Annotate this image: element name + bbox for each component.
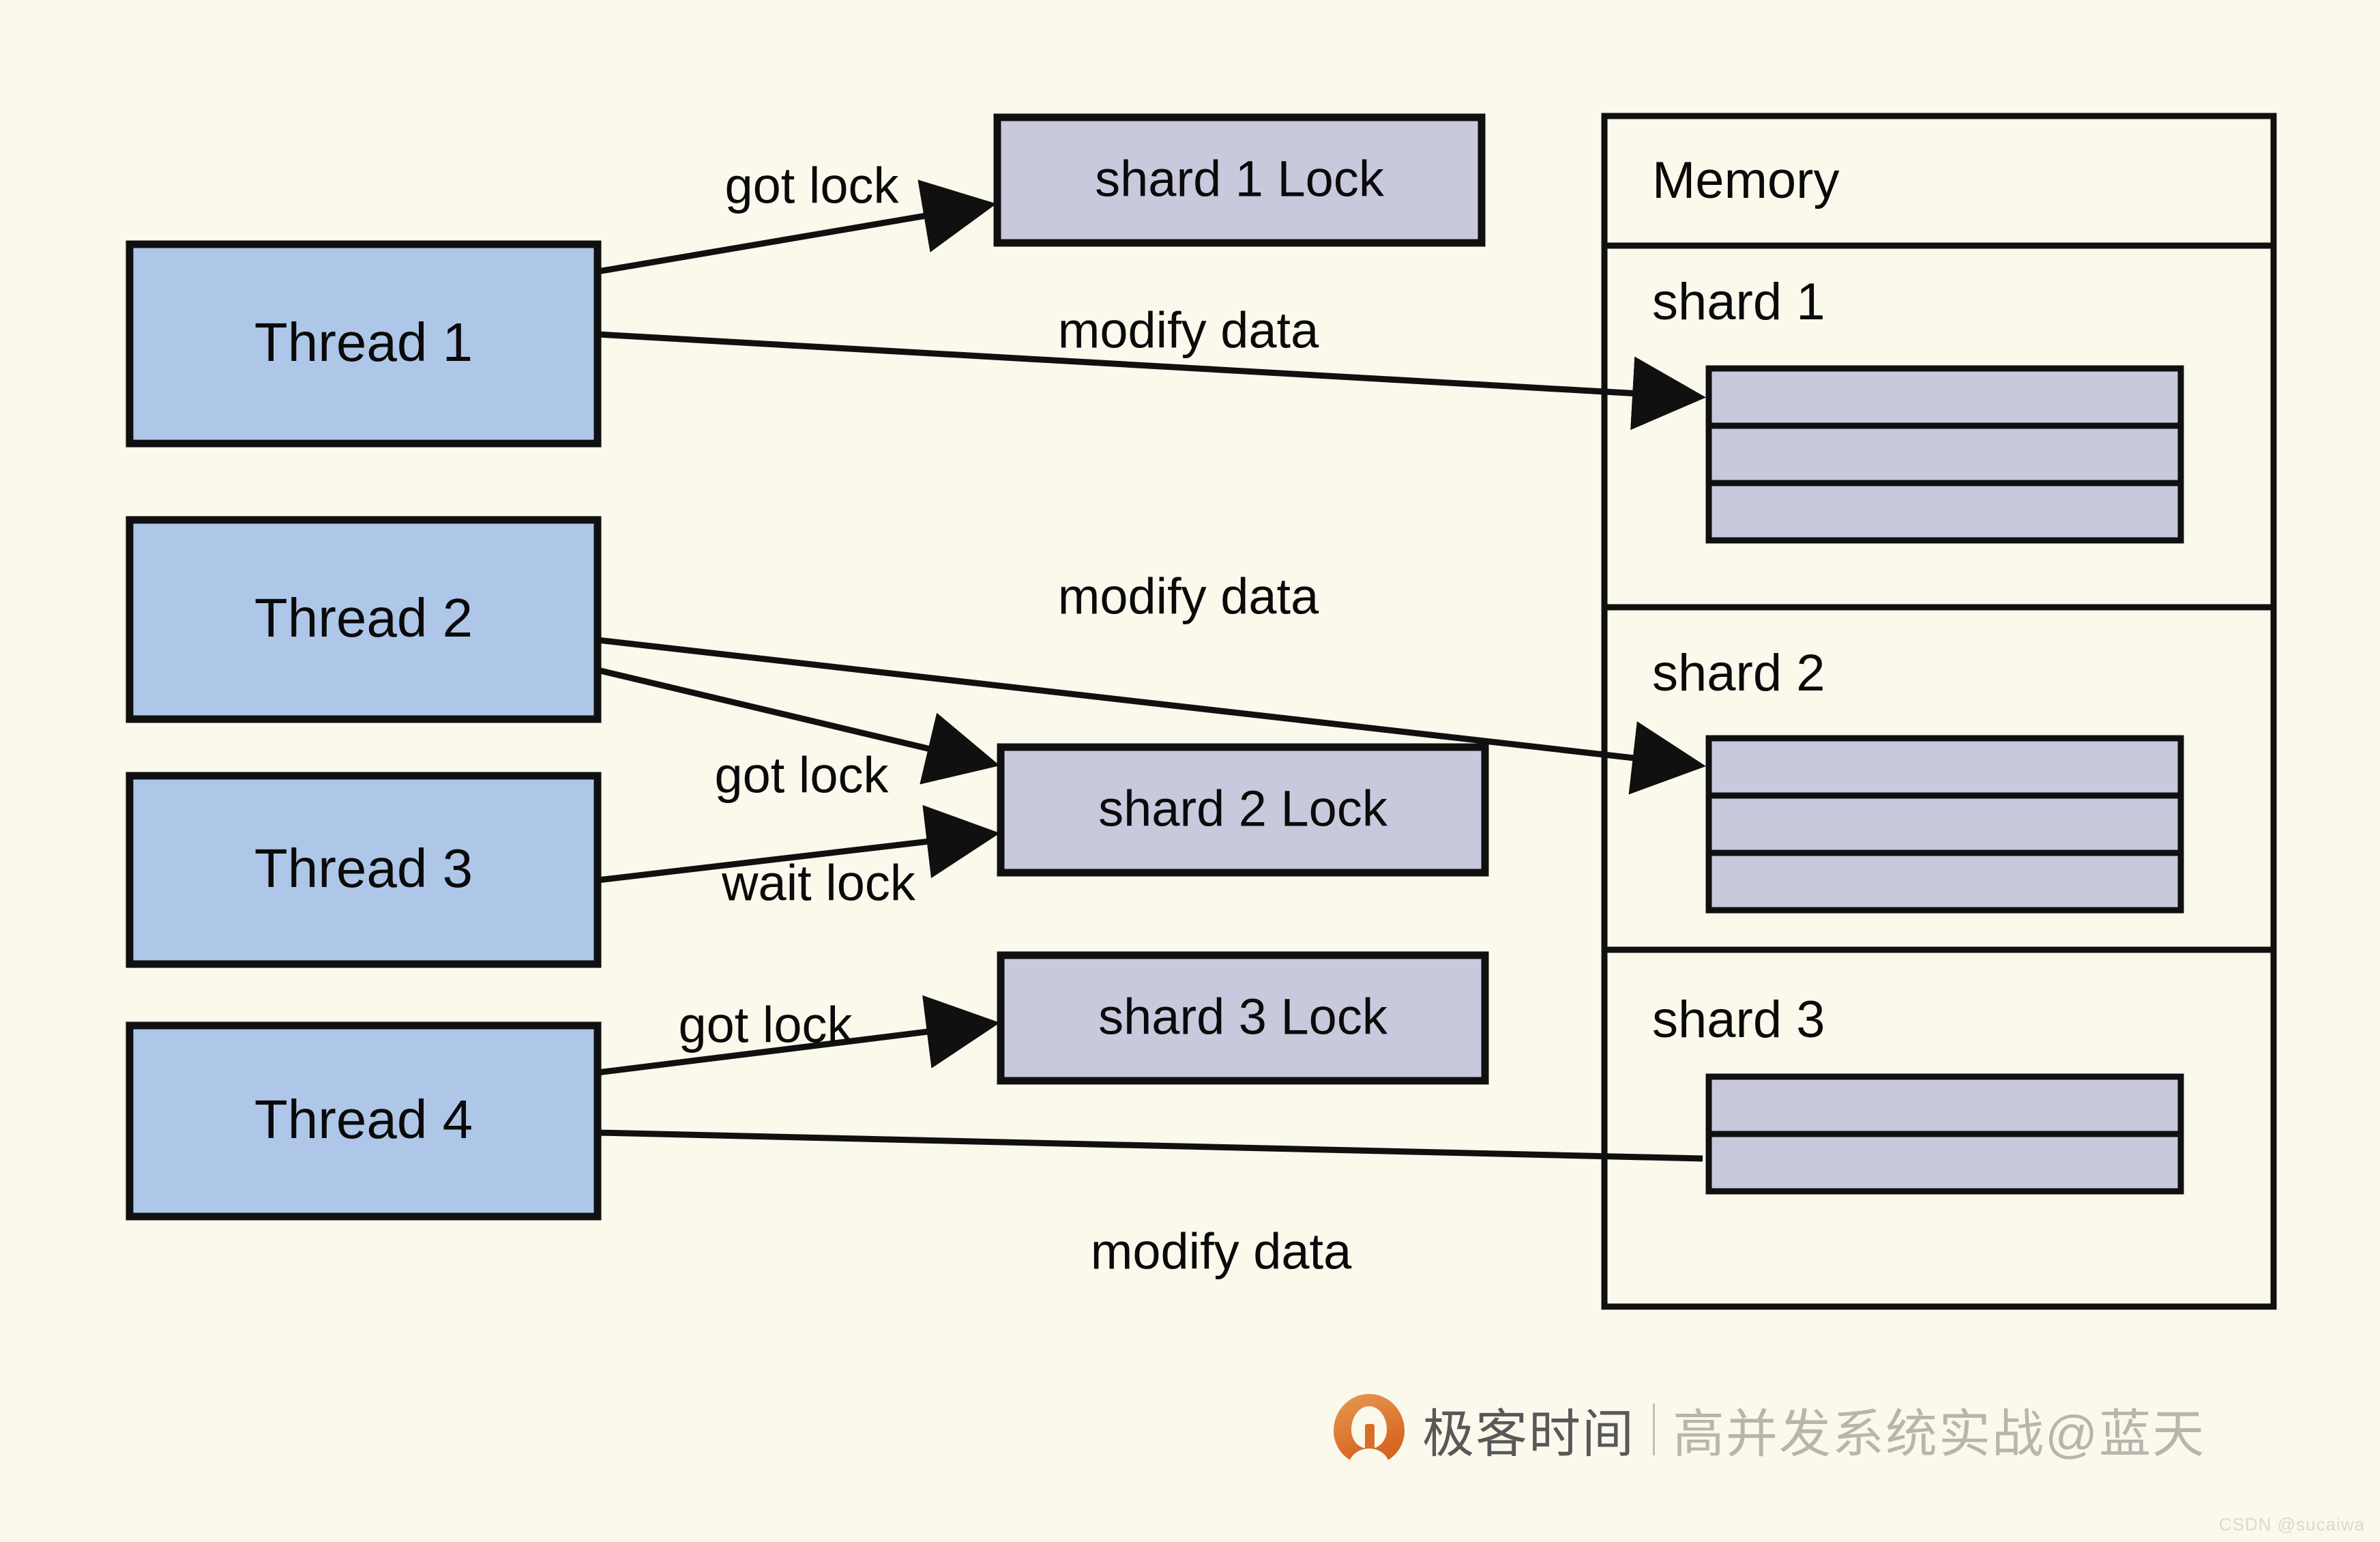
edge-t1-got-lock: [597, 179, 997, 275]
memory-row: [1705, 422, 2184, 486]
thread-box-thread-2[interactable]: Thread 2: [126, 516, 602, 723]
geektime-watermark: 极客时间 高并发系统实战@蓝天: [1334, 1388, 2205, 1470]
memory-block-shard-3: [1705, 1073, 2184, 1195]
memory-row: [1705, 792, 2184, 856]
edge-t4-modify-data: [597, 1129, 1703, 1162]
diagram-canvas: Thread 1 Thread 2 Thread 3 Thread 4 shard 1…: [0, 0, 2380, 1542]
memory-title: Memory: [1652, 151, 1839, 209]
thread-box-thread-3[interactable]: Thread 3: [126, 772, 602, 968]
memory-section-label-shard-3: shard 3: [1652, 991, 1825, 1049]
memory-block-shard-1: [1705, 365, 2184, 544]
threads-layer: Thread 1 Thread 2 Thread 3 Thread 4: [126, 240, 602, 1221]
edge-label-t4-modify-data: modify data: [1091, 1223, 1352, 1280]
edge-label-t3-wait-lock: wait lock: [721, 855, 916, 912]
edge-label-t4-got-lock: got lock: [678, 997, 853, 1053]
edge-labels-layer: got lock modify data modify data got lock wa…: [678, 158, 1352, 1280]
lock-label: shard 3 Lock: [1098, 989, 1388, 1045]
memory-panel: Memory shard 1 shard 2 shard 3: [1601, 113, 2277, 1310]
memory-row: [1705, 735, 2184, 799]
memory-section-label-shard-2: shard 2: [1652, 644, 1825, 702]
memory-row: [1705, 849, 2184, 914]
memory-row: [1705, 365, 2184, 429]
memory-row: [1705, 1131, 2184, 1195]
lock-label: shard 2 Lock: [1098, 781, 1388, 837]
edge-label-t1-got-lock: got lock: [724, 158, 899, 214]
lock-box-shard-2-lock[interactable]: shard 2 Lock: [997, 743, 1489, 877]
memory-block-shard-2: [1705, 735, 2184, 914]
thread-box-thread-1[interactable]: Thread 1: [126, 240, 602, 448]
thread-label: Thread 2: [254, 587, 473, 648]
thread-label: Thread 4: [254, 1089, 473, 1150]
watermark-divider: [1653, 1403, 1655, 1455]
memory-row: [1705, 1073, 2184, 1137]
memory-section-label-shard-1: shard 1: [1652, 273, 1825, 331]
lock-box-shard-3-lock[interactable]: shard 3 Lock: [997, 951, 1489, 1085]
edge-label-t1-modify-data: modify data: [1058, 302, 1319, 359]
edge-label-t2-modify-data: modify data: [1058, 568, 1319, 625]
sharded-lock-diagram: Thread 1 Thread 2 Thread 3 Thread 4 shard 1…: [126, 113, 2277, 1310]
watermark-brand: 极客时间: [1422, 1406, 1635, 1464]
csdn-source-watermark: CSDN @sucaiwa: [2218, 1514, 2365, 1534]
geektime-logo-icon: [1334, 1394, 1405, 1466]
thread-label: Thread 3: [254, 838, 473, 899]
thread-box-thread-4[interactable]: Thread 4: [126, 1021, 602, 1221]
lock-label: shard 1 Lock: [1095, 151, 1385, 207]
memory-row: [1705, 480, 2184, 544]
lock-box-shard-1-lock[interactable]: shard 1 Lock: [993, 113, 1486, 247]
watermark-course: 高并发系统实战@蓝天: [1673, 1406, 2206, 1464]
thread-label: Thread 1: [254, 312, 473, 373]
edge-label-t2-got-lock: got lock: [714, 747, 889, 804]
